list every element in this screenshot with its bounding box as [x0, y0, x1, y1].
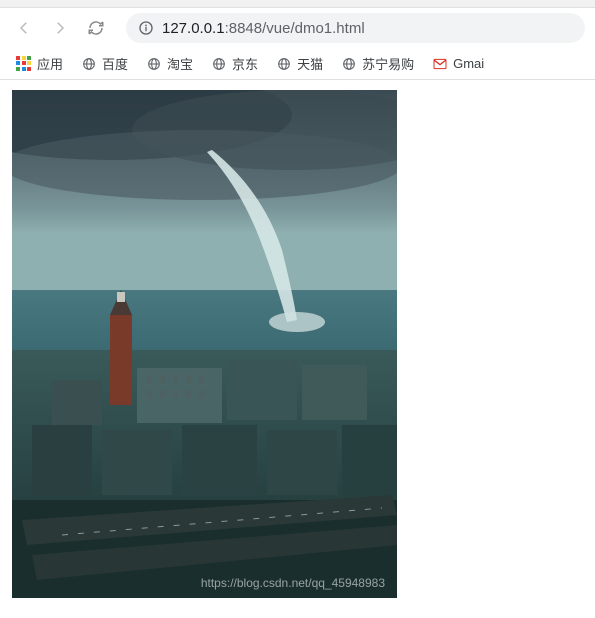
- bookmark-label: 京东: [232, 54, 258, 73]
- globe-icon: [211, 56, 227, 72]
- reload-button[interactable]: [82, 14, 110, 42]
- back-button[interactable]: [10, 14, 38, 42]
- globe-icon: [81, 56, 97, 72]
- forward-button[interactable]: [46, 14, 74, 42]
- gmail-icon: [432, 56, 448, 72]
- page-content: https://blog.csdn.net/qq_45948983: [0, 80, 595, 598]
- bookmark-baidu[interactable]: 百度: [75, 50, 134, 77]
- image-watermark: https://blog.csdn.net/qq_45948983: [201, 576, 385, 590]
- bookmark-jd[interactable]: 京东: [205, 50, 264, 77]
- bookmark-label: 淘宝: [167, 54, 193, 73]
- bookmark-label: 苏宁易购: [362, 54, 414, 73]
- bookmarks-bar: 应用 百度 淘宝 京东 天猫 苏宁易购 Gmai: [0, 48, 595, 80]
- arrow-right-icon: [51, 19, 69, 37]
- bookmark-tmall[interactable]: 天猫: [270, 50, 329, 77]
- url-text: 127.0.0.1:8848/vue/dmo1.html: [162, 20, 365, 37]
- arrow-left-icon: [15, 19, 33, 37]
- bookmark-label: 百度: [102, 54, 128, 73]
- bookmark-suning[interactable]: 苏宁易购: [335, 50, 420, 77]
- bookmark-gmail[interactable]: Gmai: [426, 52, 490, 76]
- browser-toolbar: 127.0.0.1:8848/vue/dmo1.html: [0, 8, 595, 48]
- content-image: https://blog.csdn.net/qq_45948983: [12, 90, 397, 598]
- globe-icon: [146, 56, 162, 72]
- apps-button[interactable]: 应用: [10, 50, 69, 77]
- url-host: 127.0.0.1: [162, 20, 225, 37]
- address-bar[interactable]: 127.0.0.1:8848/vue/dmo1.html: [126, 13, 585, 43]
- bookmark-label: 天猫: [297, 54, 323, 73]
- tornado-photo-icon: [12, 90, 397, 598]
- bookmark-label: Gmai: [453, 56, 484, 71]
- bookmark-taobao[interactable]: 淘宝: [140, 50, 199, 77]
- reload-icon: [87, 19, 105, 37]
- site-info-icon[interactable]: [138, 20, 154, 36]
- globe-icon: [276, 56, 292, 72]
- globe-icon: [341, 56, 357, 72]
- browser-tab-strip: [0, 0, 595, 8]
- apps-grid-icon: [16, 56, 32, 72]
- apps-label: 应用: [37, 54, 63, 73]
- url-path: :8848/vue/dmo1.html: [225, 20, 365, 37]
